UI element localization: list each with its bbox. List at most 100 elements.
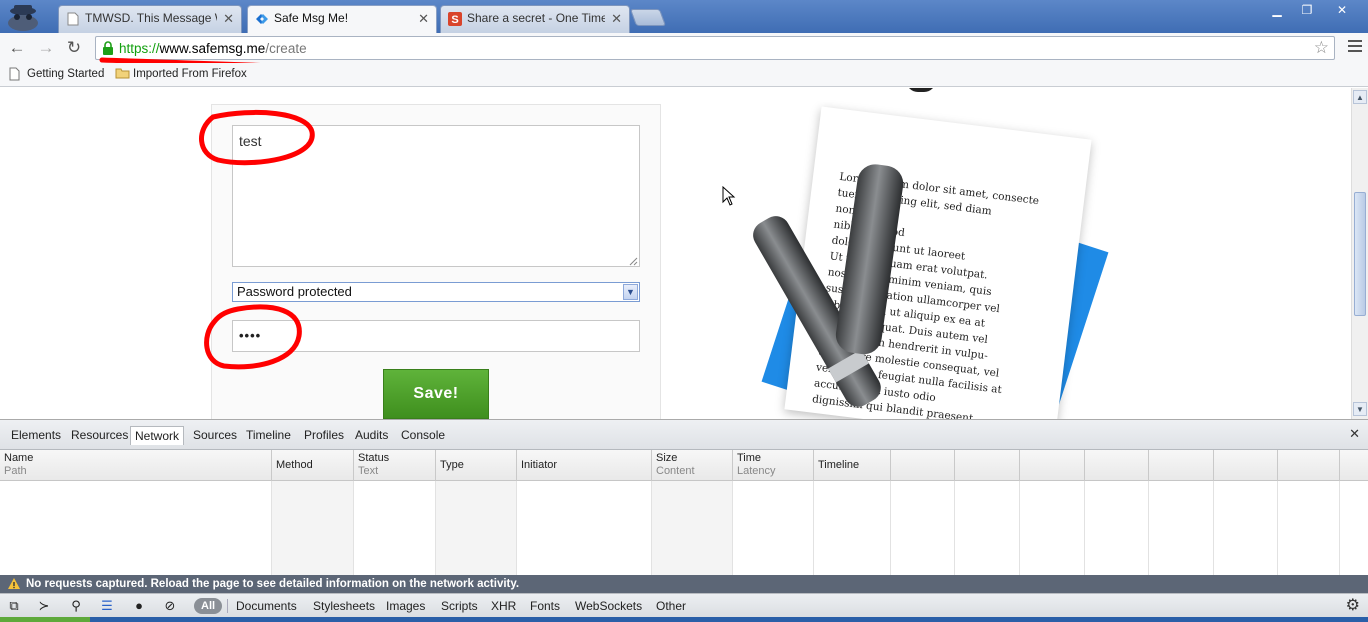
decorative-shape [906,88,936,92]
record-icon[interactable]: ● [131,598,147,614]
filter-stylesheets[interactable]: Stylesheets [313,598,375,614]
bookmark-label: Getting Started [27,68,105,80]
page-viewport: test Password protected ▼ •••• Save! Lor… [0,88,1351,419]
clear-icon[interactable]: ⊘ [162,598,178,614]
tab-network[interactable]: Network [130,426,185,445]
column-name[interactable]: Name Path [0,450,272,481]
tab-timeline[interactable]: Timeline [242,426,295,445]
folder-icon [115,68,130,79]
filter-websockets[interactable]: WebSockets [575,598,642,614]
console-drawer-icon[interactable]: ≻ [36,598,52,614]
column-method[interactable]: Method [272,450,354,481]
column-timeline[interactable]: Timeline [814,450,891,481]
column-size[interactable]: Size Content [652,450,733,481]
message-textarea[interactable]: test [232,125,640,267]
os-taskbar-edge [0,617,1368,622]
scroll-down-arrow-icon[interactable]: ▼ [1353,402,1367,416]
timeline-division [1085,450,1149,481]
forward-arrow-icon[interactable]: → [35,37,57,59]
timeline-division [1149,450,1214,481]
url-scheme: https:// [119,41,160,56]
tab-title: Safe Msg Me! [274,11,349,25]
filter-fonts[interactable]: Fonts [530,598,560,614]
bookmark-imported-from-firefox[interactable]: Imported From Firefox [115,63,247,87]
column-status[interactable]: Status Text [354,450,436,481]
window-close-icon[interactable]: ✕ [1322,0,1362,20]
page-icon [9,67,20,81]
network-status-message: No requests captured. Reload the page to… [0,575,1368,593]
filter-xhr[interactable]: XHR [491,598,516,614]
timeline-division [1020,450,1085,481]
filter-documents[interactable]: Documents [236,598,297,614]
reload-icon[interactable]: ↻ [63,37,85,59]
tab-audits[interactable]: Audits [351,426,392,445]
column-initiator[interactable]: Initiator [517,450,652,481]
bookmark-star-icon[interactable]: ☆ [1314,39,1329,57]
page-icon [67,12,79,26]
svg-text:S: S [451,14,458,26]
devtools-close-icon[interactable]: ✕ [1349,426,1360,442]
scroll-up-arrow-icon[interactable]: ▲ [1353,90,1367,104]
column-type[interactable]: Type [436,450,517,481]
gear-icon[interactable]: ⚙ [1346,597,1360,615]
browser-tab-strip: TMWSD. This Message Will Se ✕ Safe Msg M… [0,0,1368,34]
browser-toolbar: ← → ↻ https://www.safemsg.me/create ☆ [0,33,1368,63]
protection-select[interactable]: Password protected ▼ [232,282,640,302]
scroll-thumb[interactable] [1354,192,1366,316]
page-scrollbar[interactable]: ▲ ▼ [1351,88,1368,419]
tab-resources[interactable]: Resources [67,426,132,445]
tab-tmwsd[interactable]: TMWSD. This Message Will Se ✕ [58,5,242,33]
devtools-bottom-bar: ⧉ ≻ ⚲ ☰ ● ⊘ All Documents Stylesheets Im… [0,593,1368,617]
minimize-icon[interactable]: ▁ [1262,0,1292,20]
tab-one-time-secret[interactable]: S Share a secret - One Time ✕ [440,5,630,33]
tab-sources[interactable]: Sources [189,426,241,445]
column-time[interactable]: Time Latency [733,450,814,481]
save-button[interactable]: Save! [383,369,489,419]
filter-all[interactable]: All [194,598,223,614]
timeline-division [891,450,955,481]
close-icon[interactable]: ✕ [418,6,429,31]
new-tab-button[interactable] [629,9,667,26]
resize-grip-icon[interactable] [626,254,638,266]
search-icon[interactable]: ⚲ [68,598,84,614]
tab-title: Share a secret - One Time [467,11,605,25]
onetime-secret-logo-icon: S [448,12,462,26]
filter-scripts[interactable]: Scripts [441,598,478,614]
url-text: https://www.safemsg.me/create [119,37,307,60]
mouse-cursor-icon [722,186,736,206]
address-bar[interactable]: https://www.safemsg.me/create ☆ [95,36,1335,60]
column-shade [272,481,354,575]
pen-icon [753,164,904,407]
tab-profiles[interactable]: Profiles [300,426,348,445]
protection-selected-value: Password protected [237,284,352,299]
bookmark-getting-started[interactable]: Getting Started [9,63,104,87]
url-path: /create [265,41,307,56]
filter-images[interactable]: Images [386,598,425,614]
column-shade [436,481,517,575]
tab-console[interactable]: Console [397,426,449,445]
timeline-division [1214,450,1278,481]
incognito-icon [8,5,38,31]
timeline-division [1278,450,1340,481]
close-icon[interactable]: ✕ [611,6,622,31]
warning-icon [8,578,20,589]
url-host: www.safemsg.me [159,41,266,56]
filter-other[interactable]: Other [656,598,686,614]
dock-icon[interactable]: ⧉ [6,598,22,614]
window-controls: ▁ ❐ ✕ [1262,0,1362,20]
lock-icon [103,41,113,55]
close-icon[interactable]: ✕ [223,6,234,31]
chevron-down-icon[interactable]: ▼ [623,284,638,300]
devtools-panel: Elements Resources Network Sources Timel… [0,419,1368,622]
restore-icon[interactable]: ❐ [1292,0,1322,20]
timeline-division [955,450,1020,481]
chrome-menu-icon[interactable] [1348,40,1362,54]
back-arrow-icon[interactable]: ← [6,37,28,59]
password-input[interactable]: •••• [232,320,640,352]
bookmarks-bar: Getting Started Imported From Firefox [0,63,1368,87]
list-view-icon[interactable]: ☰ [99,598,115,614]
tab-safe-msg[interactable]: Safe Msg Me! ✕ [247,5,437,34]
tab-elements[interactable]: Elements [7,426,65,445]
tab-title: TMWSD. This Message Will Se [85,11,217,25]
bookmark-label: Imported From Firefox [133,68,247,80]
